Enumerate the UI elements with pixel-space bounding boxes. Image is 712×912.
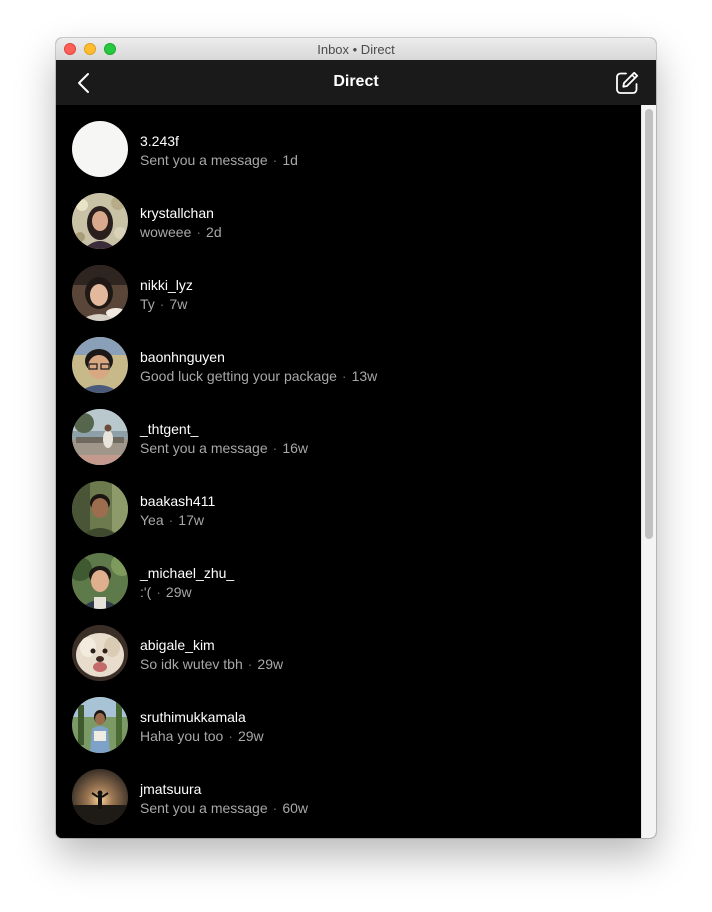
title-bar[interactable]: Inbox • Direct (56, 38, 656, 61)
thread-username: sruthimukkamala (140, 709, 246, 725)
thread-preview: So idk wutev tbh · 29w (140, 656, 284, 672)
thread-row-thtgent[interactable]: _thtgent_ Sent you a message · 16w (56, 393, 641, 465)
thread-time: 17w (178, 512, 204, 528)
thread-message: Haha you too (140, 728, 224, 744)
thread-username: 3.243f (140, 133, 179, 149)
compose-icon (616, 71, 639, 94)
thread-time: 1d (282, 152, 298, 168)
thread-time: 60w (282, 800, 308, 816)
avatar (72, 697, 128, 753)
thread-username: nikki_lyz (140, 277, 193, 293)
thread-message: So idk wutev tbh (140, 656, 243, 672)
thread-preview: Sent you a message · 1d (140, 152, 298, 168)
thread-username: _thtgent_ (140, 421, 199, 437)
thread-row-3-243f[interactable]: 3.243f Sent you a message · 1d (56, 105, 641, 177)
thread-username: baakash411 (140, 493, 216, 509)
thread-time: 16w (282, 440, 308, 456)
thread-list[interactable]: 3.243f Sent you a message · 1d krystallcha… (56, 105, 641, 838)
thread-row-baakash411[interactable]: baakash411 Yea · 17w (56, 465, 641, 537)
thread-message: woweee (140, 224, 192, 240)
thread-time: 13w (351, 368, 378, 384)
avatar (72, 409, 128, 465)
thread-preview: :'(· 29w (140, 584, 192, 600)
thread-row-nikki-lyz[interactable]: nikki_lyz Ty · 7w (56, 249, 641, 321)
app-window: Inbox • Direct Direct 3.243f Sent you a … (56, 38, 656, 838)
avatar (72, 121, 128, 177)
thread-message: Yea (140, 512, 164, 528)
avatar (72, 481, 128, 537)
thread-time: 7w (169, 296, 188, 312)
nav-bar: Direct (56, 60, 656, 105)
thread-username: jmatsuura (140, 781, 202, 797)
thread-time: 2d (206, 224, 222, 240)
thread-row-michael-zhu[interactable]: _michael_zhu_ :'(· 29w (56, 537, 641, 609)
thread-preview: Yea · 17w (140, 512, 204, 528)
thread-message: :'( (140, 584, 152, 600)
page-title: Direct (333, 73, 379, 90)
thread-message: Sent you a message (140, 800, 268, 816)
thread-time: 29w (237, 728, 264, 744)
thread-message: Sent you a message (140, 152, 268, 168)
thread-row-sruthimukkamala[interactable]: sruthimukkamala Haha you too · 29w (56, 681, 641, 753)
thread-preview: woweee · 2d (140, 224, 222, 240)
thread-row-abigale-kim[interactable]: abigale_kim So idk wutev tbh · 29w (56, 609, 641, 681)
scrollbar[interactable] (641, 105, 656, 838)
thread-preview: Good luck getting your package · 13w (140, 368, 378, 384)
thread-time: 29w (257, 656, 284, 672)
avatar (72, 337, 128, 393)
thread-username: krystallchan (140, 205, 214, 221)
thread-message: Good luck getting your package (140, 368, 337, 384)
thread-preview: Haha you too · 29w (140, 728, 264, 744)
thread-username: baonhnguyen (140, 349, 225, 365)
window-title: Inbox • Direct (317, 42, 395, 57)
thread-preview: Ty · 7w (140, 296, 188, 312)
thread-username: abigale_kim (140, 637, 215, 653)
avatar (72, 553, 128, 609)
thread-message: Ty (140, 296, 155, 312)
thread-preview: Sent you a message · 16w (140, 440, 308, 456)
avatar (72, 193, 128, 249)
avatar (72, 265, 128, 321)
thread-row-baonhnguyen[interactable]: baonhnguyen Good luck getting your packa… (56, 321, 641, 393)
thread-time: 29w (165, 584, 192, 600)
thread-preview: Sent you a message · 60w (140, 800, 308, 816)
avatar (72, 769, 128, 825)
compose-button[interactable] (614, 70, 640, 96)
scrollbar-thumb[interactable] (645, 109, 653, 539)
thread-message: Sent you a message (140, 440, 268, 456)
avatar (72, 625, 128, 681)
thread-row-jmatsuura[interactable]: jmatsuura Sent you a message · 60w (56, 753, 641, 825)
thread-username: _michael_zhu_ (140, 565, 235, 581)
thread-row-krystallchan[interactable]: krystallchan woweee · 2d (56, 177, 641, 249)
